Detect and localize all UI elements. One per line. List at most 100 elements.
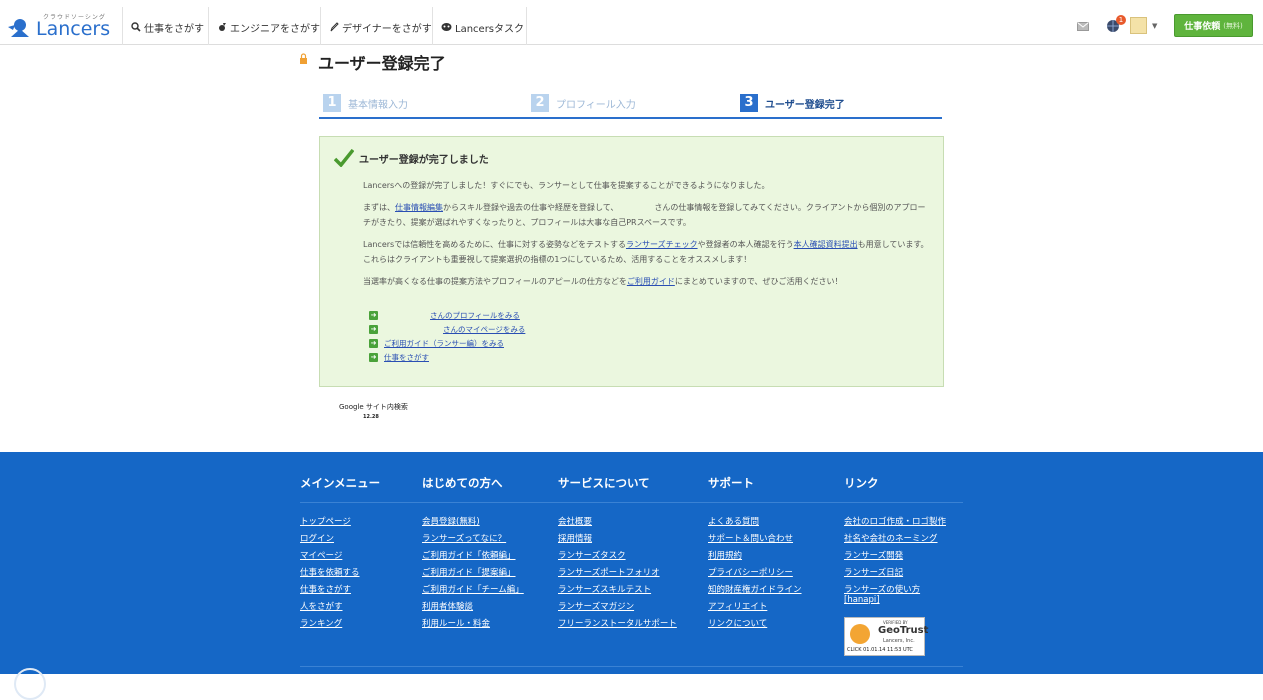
footer-link[interactable]: ログイン xyxy=(300,534,334,544)
chevron-down-icon[interactable]: ▼ xyxy=(1152,22,1157,30)
post-job-label: 仕事依頼 xyxy=(1184,22,1221,32)
paragraph-guide: 当選率が高くなる仕事の提案方法やプロフィールのアピールの仕方などをご利用ガイドに… xyxy=(363,274,933,289)
find-work-link-row[interactable]: ➜ 仕事をさがす xyxy=(369,352,429,363)
footer-link[interactable]: よくある質問 xyxy=(708,517,759,527)
nav-lancers-task-label: Lancersタスク xyxy=(455,23,525,35)
arrow-right-icon: ➜ xyxy=(369,325,378,334)
page-title: ユーザー登録完了 xyxy=(318,54,446,73)
footer-link[interactable]: ご利用ガイド「依頼編」 xyxy=(422,551,516,561)
footer-link[interactable]: 仕事を依頼する xyxy=(300,568,360,578)
notification-badge: 1 xyxy=(1116,15,1126,25)
geotrust-date: CLICK 01.01.14 11:53 UTC xyxy=(847,647,913,653)
footer-heading-links: リンク xyxy=(844,476,879,490)
footer-link[interactable]: プライバシーポリシー xyxy=(708,568,793,578)
mypage-link-row[interactable]: ➜ さんのマイページをみる xyxy=(369,324,525,335)
mail-icon[interactable] xyxy=(1077,22,1089,31)
footer-link[interactable]: ランサーズの使い方[hanapi] xyxy=(844,585,929,605)
view-guide-link[interactable]: ご利用ガイド（ランサー編）をみる xyxy=(384,338,504,349)
google-search-label: Google サイト内検索 xyxy=(339,403,408,411)
footer-divider xyxy=(300,502,963,503)
footer-link[interactable]: 会社概要 xyxy=(558,517,592,527)
footer-heading-main-menu: メインメニュー xyxy=(300,476,381,490)
task-icon xyxy=(441,23,452,31)
footer-link[interactable]: ランサーズ日記 xyxy=(844,568,903,578)
view-profile-link[interactable]: さんのプロフィールをみる xyxy=(430,310,520,321)
view-mypage-link[interactable]: さんのマイページをみる xyxy=(443,324,525,335)
footer-link[interactable]: 仕事をさがす xyxy=(300,585,351,595)
arrow-right-icon: ➜ xyxy=(369,339,378,348)
nav-find-work[interactable]: 仕事をさがす xyxy=(131,20,204,35)
paragraph-profile: まずは、仕事情報編集からスキル登録や過去の仕事や経歴を登録して、 さんの仕事情報… xyxy=(363,200,933,230)
footer-link[interactable]: 会員登録(無料) xyxy=(422,517,480,527)
paragraph-trust: Lancersでは信頼性を高めるために、仕事に対する姿勢などをテストするランサー… xyxy=(363,237,933,267)
footer-bottom-divider xyxy=(300,666,963,667)
arrow-right-icon: ➜ xyxy=(369,353,378,362)
arrow-right-icon: ➜ xyxy=(369,311,378,320)
nav-divider xyxy=(320,7,321,45)
footer-link[interactable]: 利用者体験談 xyxy=(422,602,473,612)
footer-link[interactable]: ご利用ガイド「チーム編」 xyxy=(422,585,524,595)
step-complete: 3 ユーザー登録完了 xyxy=(740,94,845,112)
footer-link[interactable]: 会社のロゴ作成・ロゴ製作 xyxy=(844,517,946,527)
nav-find-engineer[interactable]: エンジニアをさがす xyxy=(217,20,320,35)
paragraph-text: からスキル登録や過去の仕事や経歴を登録して、 さんの仕事情報を登録してみてくださ… xyxy=(363,203,926,227)
lock-icon xyxy=(300,53,307,64)
footer-link[interactable]: 採用情報 xyxy=(558,534,592,544)
completion-heading-text: ユーザー登録が完了しました xyxy=(359,154,489,166)
nav-find-engineer-label: エンジニアをさがす xyxy=(230,23,320,35)
lancers-check-link[interactable]: ランサーズチェック xyxy=(626,240,698,249)
footer-link[interactable]: 人をさがす xyxy=(300,602,343,612)
guide-link-row[interactable]: ➜ ご利用ガイド（ランサー編）をみる xyxy=(369,338,504,349)
lancers-logo[interactable]: クラウドソーシング Lancers xyxy=(8,12,120,42)
identity-document-link[interactable]: 本人確認資料提出 xyxy=(794,240,858,249)
paragraph-text: Lancersへの登録が完了しました！すぐにでも、ランサーとして仕事を提案するこ… xyxy=(363,181,770,190)
usage-guide-link[interactable]: ご利用ガイド xyxy=(627,277,675,286)
geotrust-brand: GeoTrust xyxy=(878,625,929,636)
nav-divider xyxy=(526,7,527,45)
step-label: プロフィール入力 xyxy=(556,99,636,111)
wrench-icon xyxy=(219,23,226,31)
footer-link[interactable]: ランサーズスキルテスト xyxy=(558,585,651,595)
nav-find-designer[interactable]: デザイナーをさがす xyxy=(329,20,432,35)
footer-link[interactable]: ランサーズタスク xyxy=(558,551,626,561)
paragraph-text: や登録者の本人確認を行う xyxy=(697,240,794,249)
user-avatar[interactable] xyxy=(1130,17,1147,34)
edit-work-info-link[interactable]: 仕事情報編集 xyxy=(395,203,443,212)
geotrust-seal[interactable]: VERIFIED BY GeoTrust Lancers, Inc. CLICK… xyxy=(844,617,929,656)
footer-link[interactable]: サポート＆問い合わせ xyxy=(708,534,793,544)
footer-heading-services: サービスについて xyxy=(558,476,650,490)
footer-link[interactable]: 社名や会社のネーミング xyxy=(844,534,938,544)
footer-link[interactable]: ランキング xyxy=(300,619,342,629)
paragraph-text: にまとめていますので、ぜひご活用ください！ xyxy=(674,277,843,286)
site-footer: メインメニュー はじめての方へ サービスについて サポート リンク xyxy=(0,452,1263,674)
footer-link[interactable]: ランサーズポートフォリオ xyxy=(558,568,660,578)
step-label: 基本情報入力 xyxy=(348,99,408,111)
footer-link[interactable]: 知的財産権ガイドライン xyxy=(708,585,802,595)
profile-link-row[interactable]: ➜ さんのプロフィールをみる xyxy=(369,310,520,321)
footer-link[interactable]: 利用規約 xyxy=(708,551,742,561)
paragraph-text: まずは、 xyxy=(363,203,395,212)
footer-link[interactable]: フリーランストータルサポート xyxy=(558,619,677,629)
footer-link[interactable]: 利用ルール・料金 xyxy=(422,619,490,629)
nav-divider xyxy=(208,7,209,45)
footer-link[interactable]: リンクについて xyxy=(708,619,767,629)
step-number: 1 xyxy=(323,94,341,112)
footer-link[interactable]: アフィリエイト xyxy=(708,602,767,612)
geotrust-company: Lancers, Inc. xyxy=(883,638,915,644)
footer-link[interactable]: ご利用ガイド「提案編」 xyxy=(422,568,516,578)
registration-steps: 1 基本情報入力 2 プロフィール入力 3 ユーザー登録完了 xyxy=(319,92,942,119)
footer-link[interactable]: ランサーズ開発 xyxy=(844,551,903,561)
scroll-top-circle[interactable] xyxy=(14,668,46,700)
footer-link[interactable]: トップページ xyxy=(300,517,351,527)
find-work-link[interactable]: 仕事をさがす xyxy=(384,352,429,363)
footer-link[interactable]: ランサーズマガジン xyxy=(558,602,634,612)
step-number: 2 xyxy=(531,94,549,112)
nav-lancers-task[interactable]: Lancersタスク xyxy=(441,20,525,35)
footer-link[interactable]: マイページ xyxy=(300,551,342,561)
nav-find-designer-label: デザイナーをさがす xyxy=(342,23,432,35)
logo-text: Lancers xyxy=(36,18,111,40)
completion-panel: ユーザー登録が完了しました Lancersへの登録が完了しました！すぐにでも、ラ… xyxy=(319,136,944,387)
post-job-button[interactable]: 仕事依頼 (無料) xyxy=(1174,14,1253,37)
google-site-search[interactable]: Google サイト内検索 12.28 xyxy=(339,402,408,420)
footer-link[interactable]: ランサーズってなに？ xyxy=(422,534,506,544)
